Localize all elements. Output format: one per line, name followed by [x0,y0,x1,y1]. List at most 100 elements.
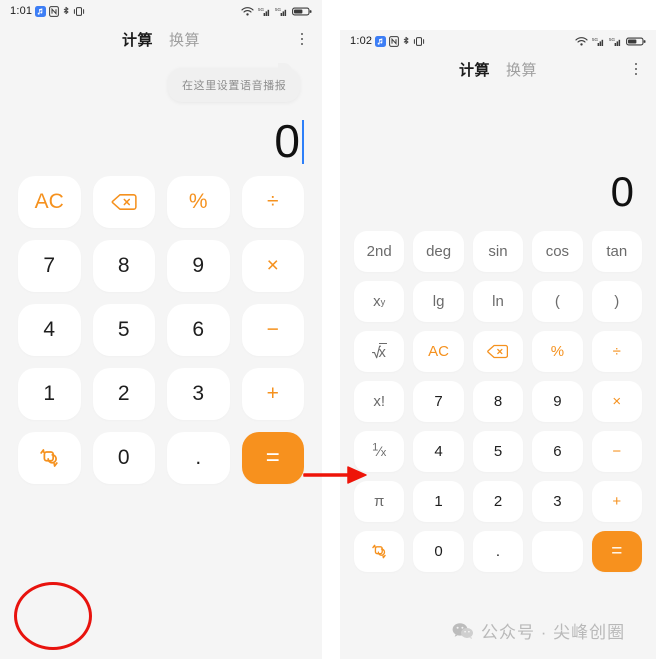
key-sin[interactable]: sin [472,231,524,272]
digit-2-key[interactable]: 2 [92,368,155,420]
digit-8-key[interactable]: 8 [472,381,524,422]
key-[interactable]: % [532,331,583,372]
key-[interactable]: % [167,176,230,228]
status-bar-left: 1:02 [350,35,425,47]
svg-text:5G: 5G [609,37,616,42]
key-x[interactable]: x! [354,381,405,422]
key-x[interactable]: xy [354,281,405,322]
key-[interactable]: + [241,368,304,420]
sqrt-key[interactable]: x [354,331,405,372]
digit-0-key[interactable]: 0 [413,531,464,572]
key-2nd[interactable]: 2nd [354,231,405,272]
backspace-key[interactable] [472,331,524,372]
digit-8-key[interactable]: 8 [92,240,155,292]
status-time: 1:01 [10,5,33,17]
display-caret [302,120,304,164]
digit-4-key[interactable]: 4 [413,431,464,472]
key-[interactable]: × [591,381,642,422]
overflow-menu-icon[interactable] [294,30,310,48]
key-[interactable]: ) [591,281,642,322]
svg-text:5G: 5G [275,7,282,12]
wifi-icon [241,6,254,17]
digit-9-key[interactable]: 9 [167,240,230,292]
decimal-key[interactable]: . [472,531,524,572]
svg-text:5G: 5G [592,37,599,42]
reciprocal-key[interactable]: 1⁄x [354,431,405,472]
tab-convert[interactable]: 换算 [506,59,537,80]
wifi-icon [575,36,588,47]
app-header: 计算 换算 [0,22,322,56]
display-value: 0 [274,115,300,167]
key-[interactable]: ÷ [241,176,304,228]
bluetooth-icon [402,36,410,47]
signal-sim1-icon: 5G [258,6,271,17]
scientific-toggle-key[interactable] [354,531,405,572]
digit-3-key[interactable]: 3 [532,481,583,522]
status-time: 1:02 [350,35,373,47]
key-[interactable]: π [354,481,405,522]
digit-2-key[interactable]: 2 [472,481,524,522]
equals-key[interactable]: = [591,531,642,572]
status-bar-right: 5G 5G [241,6,312,17]
digit-7-key[interactable]: 7 [413,381,464,422]
backspace-key[interactable] [92,176,155,228]
digit-5-key[interactable]: 5 [472,431,524,472]
status-bar-right: 5G 5G [575,36,646,47]
key-[interactable]: ÷ [591,331,642,372]
signal-sim1-icon: 5G [592,36,605,47]
clear-key[interactable]: AC [413,331,464,372]
signal-sim2-icon: 5G [609,36,622,47]
status-bar: 1:02 5G 5G [340,30,656,52]
vibrate-icon [73,6,85,17]
tab-convert[interactable]: 换算 [169,29,200,50]
key-[interactable]: − [591,431,642,472]
screenshot-root: 1:01 5G 5G 计算 换算 在这里设置语音播报 0 AC % ÷ 7 8 … [0,0,656,659]
app-header: 计算 换算 [340,52,656,86]
phone-screen-basic-calculator: 1:01 5G 5G 计算 换算 在这里设置语音播报 0 AC % ÷ 7 8 … [0,0,322,659]
status-bar-left: 1:01 [10,5,85,17]
key-lg[interactable]: lg [413,281,464,322]
key-tan[interactable]: tan [591,231,642,272]
key-blank [532,531,583,572]
key-deg[interactable]: deg [413,231,464,272]
digit-7-key[interactable]: 7 [18,240,81,292]
scientific-keypad: 2nd deg sin cos tan x y lg ln() x AC% ÷ x! 7 8 9 × 1⁄x 4 5 6… [340,231,656,572]
signal-sim2-icon: 5G [275,6,288,17]
key-[interactable]: − [241,304,304,356]
nfc-icon [389,35,400,47]
bluetooth-icon [62,6,70,17]
digit-1-key[interactable]: 1 [413,481,464,522]
vibrate-icon [413,36,425,47]
status-bar: 1:01 5G 5G [0,0,322,22]
decimal-key[interactable]: . [167,432,230,484]
digit-4-key[interactable]: 4 [18,304,81,356]
digit-3-key[interactable]: 3 [167,368,230,420]
calculator-display: 0 [340,86,656,231]
basic-keypad: AC% ÷ 7 8 9 × 4 5 6− 1 2 3 +0. = [0,176,322,500]
overflow-menu-icon[interactable] [628,60,644,78]
battery-icon [292,6,312,17]
display-value: 0 [610,168,634,215]
digit-1-key[interactable]: 1 [18,368,81,420]
nfc-icon [49,5,60,17]
digit-0-key[interactable]: 0 [92,432,155,484]
tab-calculate[interactable]: 计算 [122,29,153,50]
digit-9-key[interactable]: 9 [532,381,583,422]
digit-6-key[interactable]: 6 [167,304,230,356]
key-[interactable]: × [241,240,304,292]
phone-screen-scientific-calculator: 1:02 5G 5G 计算 换算 0 2nd deg sin cos tan x… [340,30,656,659]
scientific-toggle-key[interactable] [18,432,81,484]
svg-text:5G: 5G [258,7,265,12]
key-cos[interactable]: cos [532,231,583,272]
key-[interactable]: + [591,481,642,522]
equals-key[interactable]: = [241,432,304,484]
tab-calculate[interactable]: 计算 [459,59,490,80]
digit-6-key[interactable]: 6 [532,431,583,472]
clear-key[interactable]: AC [18,176,81,228]
music-icon [375,35,387,47]
digit-5-key[interactable]: 5 [92,304,155,356]
key-[interactable]: ( [532,281,583,322]
key-ln[interactable]: ln [472,281,524,322]
calculator-display: 0 [0,56,322,176]
battery-icon [626,36,646,47]
